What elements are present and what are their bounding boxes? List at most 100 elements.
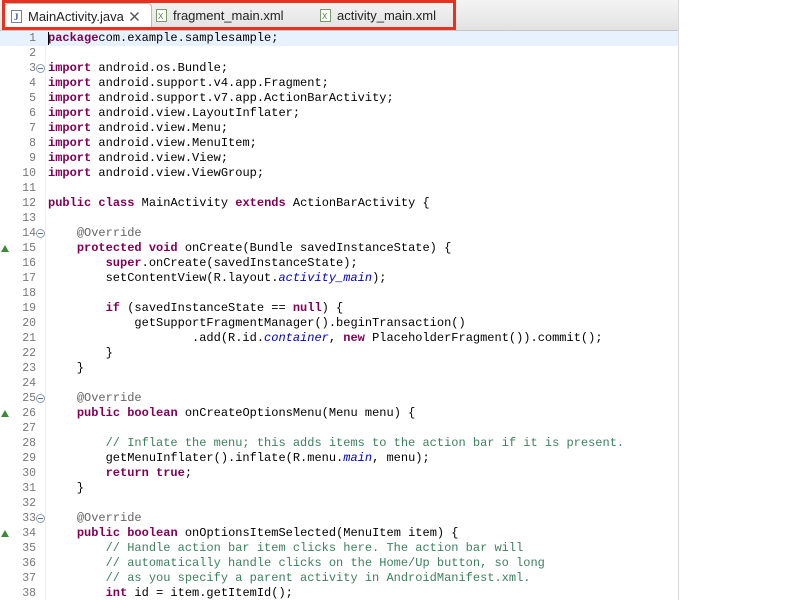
code-token: import	[48, 76, 92, 90]
code-token: getMenuInflater().inflate(R.menu.	[48, 451, 344, 465]
code-line[interactable]: 5 import android.support.v7.app.ActionBar…	[0, 91, 678, 106]
code-editor[interactable]: J MainActivity.java X fragment_main.xml …	[0, 0, 678, 600]
code-line[interactable]: 34 public boolean onOptionsItemSelected(…	[0, 526, 678, 541]
code-token: import	[48, 121, 92, 135]
code-line[interactable]: 10 import android.view.ViewGroup;	[0, 166, 678, 181]
code-line[interactable]: 8 import android.view.MenuItem;	[0, 136, 678, 151]
xml-file-icon: X	[320, 8, 331, 22]
code-line[interactable]: 27	[0, 421, 678, 436]
code-line[interactable]: 6 import android.view.LayoutInflater;	[0, 106, 678, 121]
code-line[interactable]: 23 }	[0, 361, 678, 376]
code-line[interactable]: 13	[0, 211, 678, 226]
code-line[interactable]: 33 @Override	[0, 511, 678, 526]
code-line[interactable]: 14 @Override	[0, 226, 678, 241]
code-line[interactable]: 19 if (savedInstanceState == null) {	[0, 301, 678, 316]
code-area[interactable]: 1 packagecom.example.samplesample; 2 3 impor…	[0, 31, 678, 600]
line-number: 35	[22, 542, 36, 555]
code-line[interactable]: 38 int id = item.getItemId();	[0, 586, 678, 600]
code-token: getSupportFragmentManager().beginTransac…	[48, 316, 466, 330]
code-line[interactable]: 22 }	[0, 346, 678, 361]
line-number: 11	[22, 182, 36, 195]
code-line[interactable]: 31 }	[0, 481, 678, 496]
code-token: import	[48, 166, 92, 180]
code-text: super.onCreate(savedInstanceState);	[48, 256, 358, 271]
code-text: public class MainActivity extends Action…	[48, 196, 430, 211]
line-number: 10	[22, 167, 36, 180]
close-icon[interactable]	[129, 10, 141, 22]
tab-fragment-main-xml[interactable]: X fragment_main.xml	[156, 4, 306, 26]
code-line[interactable]: 7 import android.view.Menu;	[0, 121, 678, 136]
code-line[interactable]: 21 .add(R.id.container, new PlaceholderF…	[0, 331, 678, 346]
code-line[interactable]: 15 protected void onCreate(Bundle savedI…	[0, 241, 678, 256]
code-token: (savedInstanceState ==	[120, 301, 293, 315]
code-line[interactable]: 28 // Inflate the menu; this adds items …	[0, 436, 678, 451]
code-text: public boolean onCreateOptionsMenu(Menu …	[48, 406, 415, 421]
code-token: PlaceholderFragment()).commit();	[364, 331, 603, 345]
code-token: android.support.v7.app.ActionBarActivity…	[91, 91, 394, 105]
line-number: 22	[22, 347, 36, 360]
line-number: 34	[22, 527, 36, 540]
code-text: import android.view.Menu;	[48, 121, 228, 136]
code-line[interactable]: 24	[0, 376, 678, 391]
fold-toggle-icon[interactable]	[36, 229, 45, 238]
code-token: import	[48, 136, 92, 150]
code-text: }	[48, 361, 84, 376]
code-token: import	[48, 91, 92, 105]
code-line[interactable]: 30 return true;	[0, 466, 678, 481]
code-line[interactable]: 25 @Override	[0, 391, 678, 406]
line-number: 38	[22, 587, 36, 600]
fold-toggle-icon[interactable]	[36, 64, 45, 73]
fold-toggle-icon[interactable]	[36, 394, 45, 403]
line-number: 24	[22, 377, 36, 390]
code-line[interactable]: 16 super.onCreate(savedInstanceState);	[0, 256, 678, 271]
code-token: int	[105, 586, 128, 600]
line-number: 26	[22, 407, 36, 420]
code-line[interactable]: 9 import android.view.View;	[0, 151, 678, 166]
code-line[interactable]: 35 // Handle action bar item clicks here…	[0, 541, 678, 556]
line-number: 8	[29, 137, 36, 150]
line-number: 1	[29, 32, 36, 45]
code-line[interactable]: 29 getMenuInflater().inflate(R.menu.main…	[0, 451, 678, 466]
code-line[interactable]: 20 getSupportFragmentManager().beginTran…	[0, 316, 678, 331]
code-token: // automatically handle clicks on the Ho…	[105, 556, 545, 570]
code-text: // as you specify a parent activity in A…	[48, 571, 531, 586]
line-number: 6	[29, 107, 36, 120]
code-token: );	[372, 271, 387, 285]
svg-text:J: J	[14, 12, 19, 22]
line-number: 5	[29, 92, 36, 105]
editor-tab-bar: J MainActivity.java X fragment_main.xml …	[0, 0, 678, 31]
fold-toggle-icon[interactable]	[36, 514, 45, 523]
code-line[interactable]: 32	[0, 496, 678, 511]
code-token: main	[343, 451, 373, 465]
code-line[interactable]: 26 public boolean onCreateOptionsMenu(Me…	[0, 406, 678, 421]
code-line[interactable]: 37 // as you specify a parent activity i…	[0, 571, 678, 586]
tab-activity-main-xml[interactable]: X activity_main.xml	[320, 4, 450, 26]
code-token: container	[264, 331, 329, 345]
code-text: getMenuInflater().inflate(R.menu.main, m…	[48, 451, 430, 466]
code-line[interactable]: 36 // automatically handle clicks on the…	[0, 556, 678, 571]
code-line[interactable]: 2	[0, 46, 678, 61]
code-token: public	[76, 406, 121, 420]
code-line[interactable]: 17 setContentView(R.layout.activity_main…	[0, 271, 678, 286]
code-line[interactable]: 3 import android.os.Bundle;	[0, 61, 678, 76]
code-line[interactable]: 12 public class MainActivity extends Acti…	[0, 196, 678, 211]
code-line[interactable]: 18	[0, 286, 678, 301]
code-line[interactable]: 11	[0, 181, 678, 196]
code-token: // Handle action bar item clicks here. T…	[105, 541, 524, 555]
code-text: import android.view.ViewGroup;	[48, 166, 264, 181]
line-number: 37	[22, 572, 36, 585]
tab-mainactivity-java[interactable]: J MainActivity.java	[4, 3, 152, 28]
line-number: 19	[22, 302, 36, 315]
line-number: 17	[22, 272, 36, 285]
code-line[interactable]: 1 packagecom.example.samplesample;	[0, 31, 678, 46]
code-token: onCreateOptionsMenu(Menu menu) {	[177, 406, 416, 420]
line-number: 9	[29, 152, 36, 165]
code-line[interactable]: 4 import android.support.v4.app.Fragment;	[0, 76, 678, 91]
tab-label: activity_main.xml	[337, 7, 436, 23]
code-token: extends	[235, 196, 286, 210]
